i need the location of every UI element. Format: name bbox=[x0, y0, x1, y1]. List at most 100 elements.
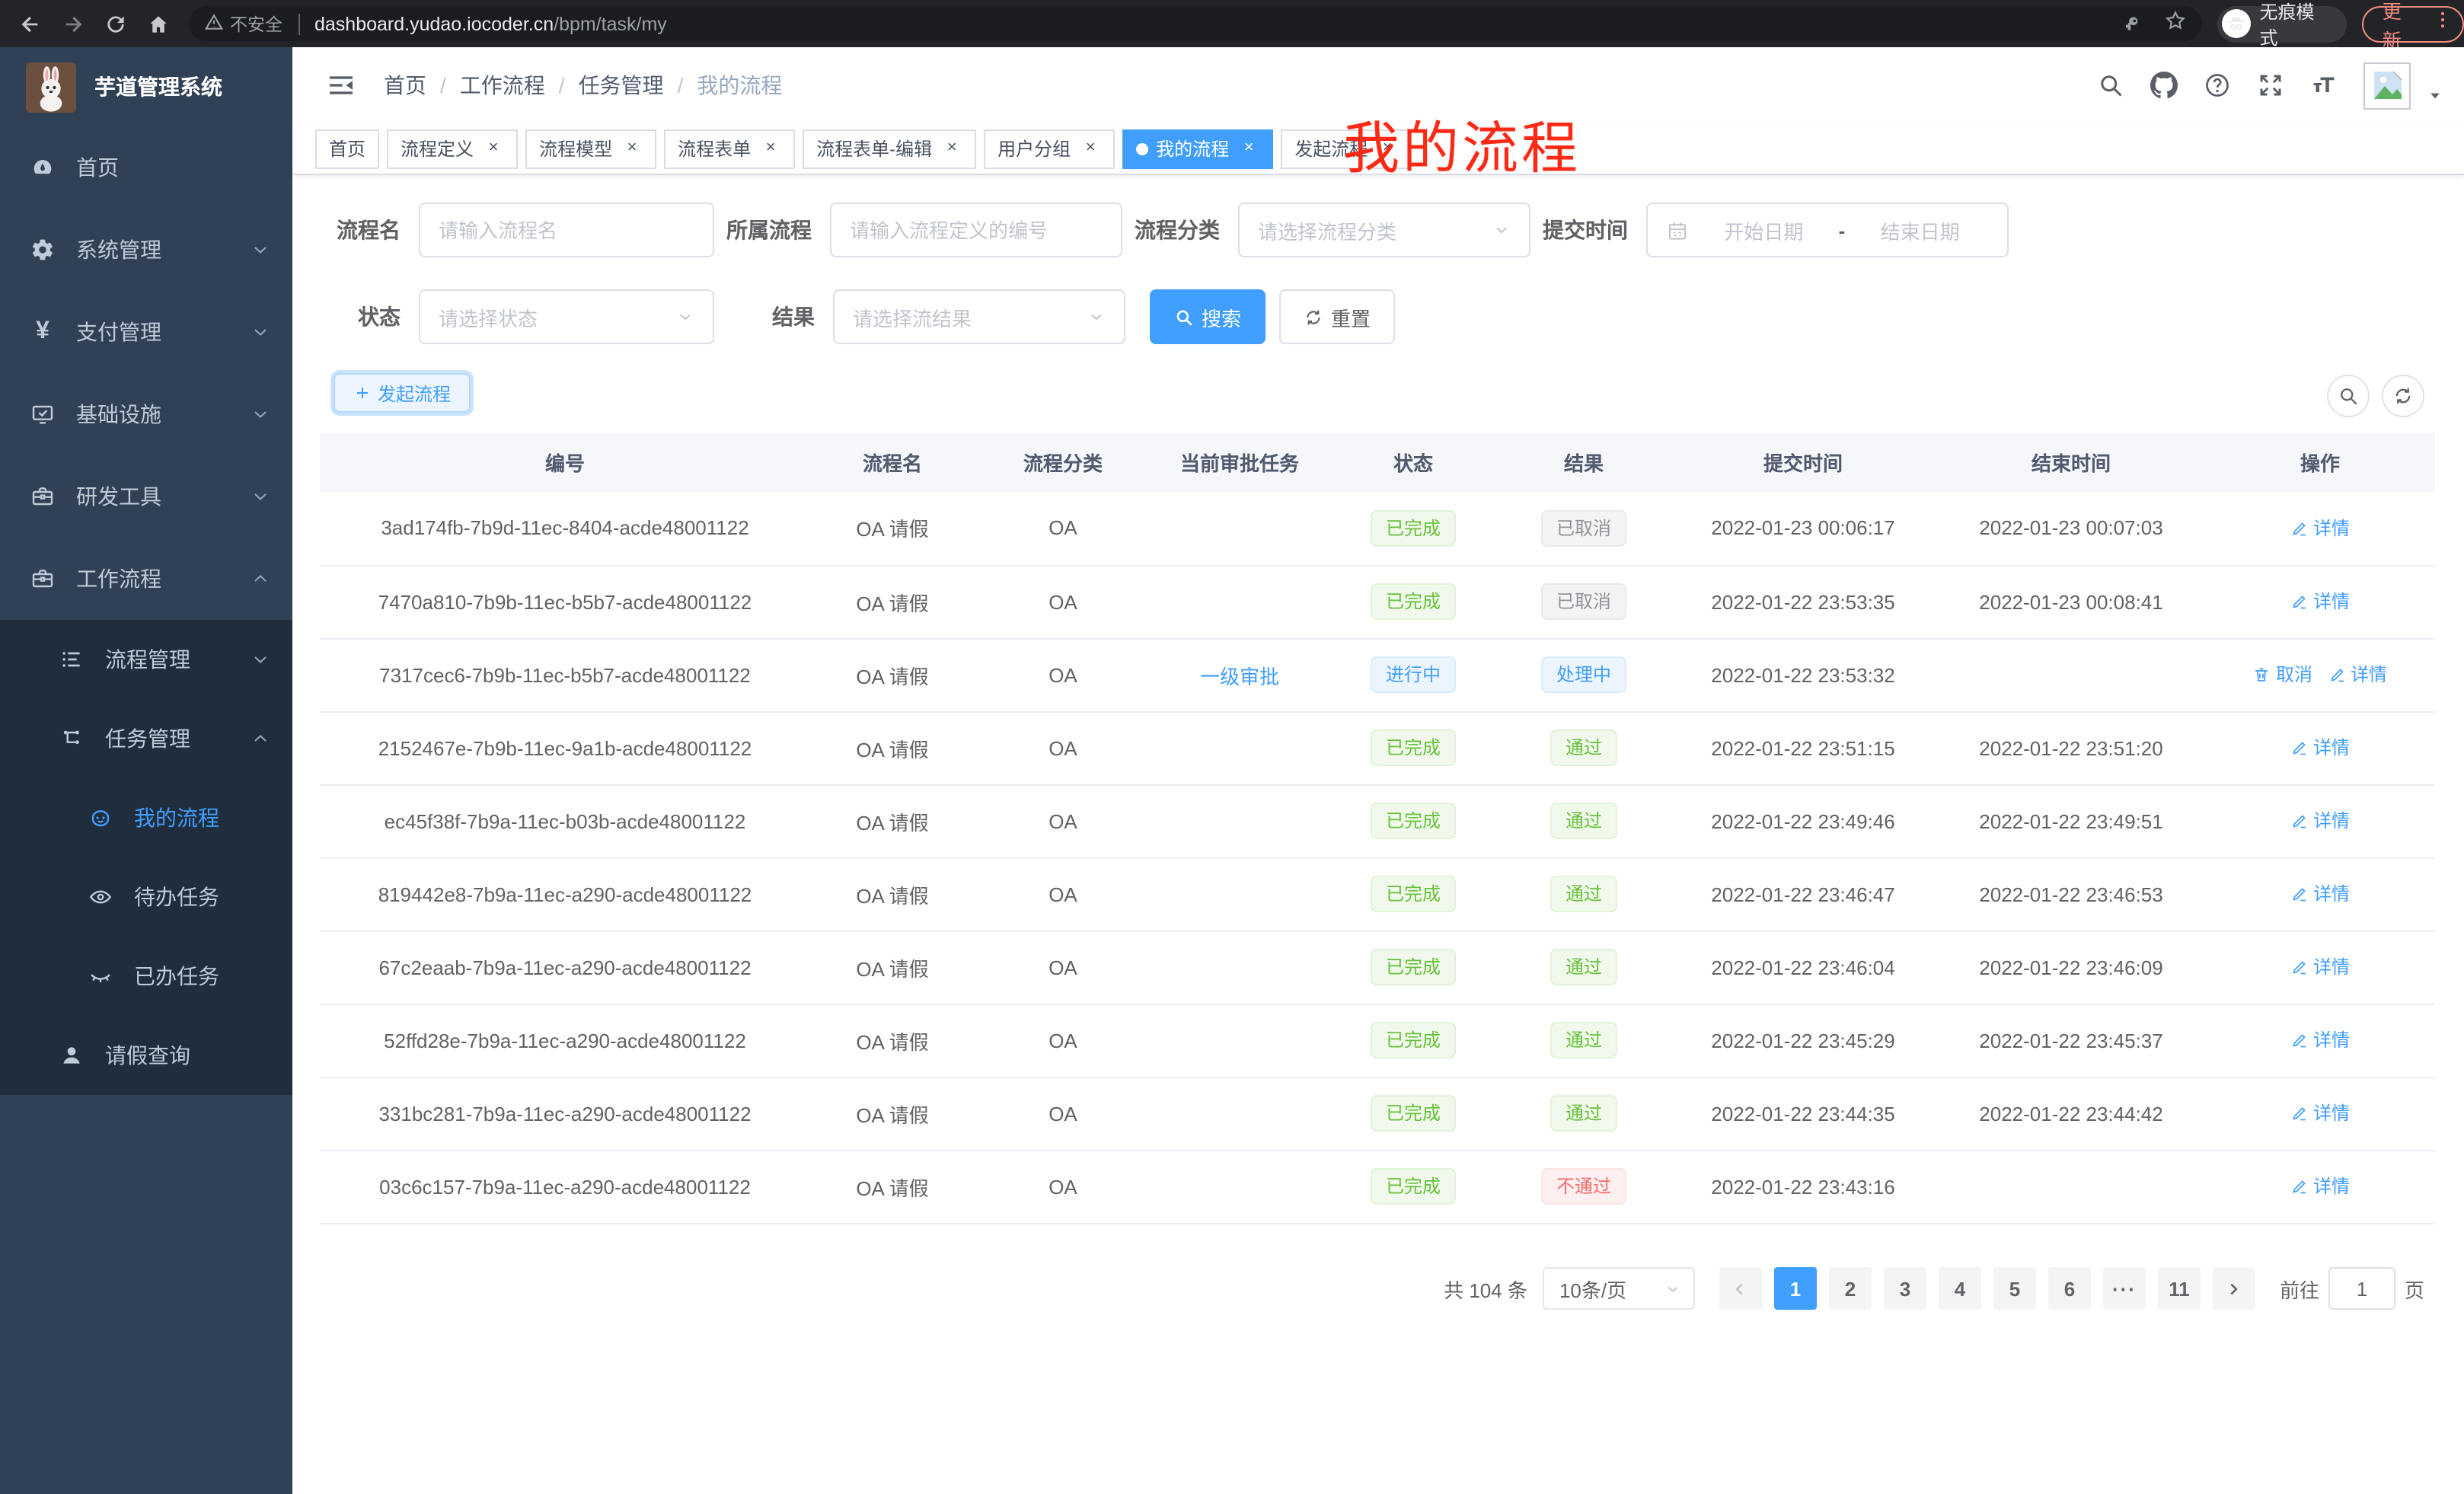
detail-link[interactable]: 详情 bbox=[2290, 589, 2350, 615]
help-icon[interactable] bbox=[2204, 72, 2231, 99]
sidebar-item-done-tasks[interactable]: 已办任务 bbox=[0, 937, 292, 1016]
breadcrumb-home[interactable]: 首页 bbox=[384, 70, 426, 101]
cell-current-task bbox=[1151, 1004, 1328, 1077]
sidebar-item-leave-query[interactable]: 请假查询 bbox=[0, 1016, 292, 1095]
bookmark-star-icon[interactable] bbox=[2164, 8, 2187, 39]
close-icon[interactable]: × bbox=[1238, 138, 1259, 159]
result-badge: 通过 bbox=[1550, 803, 1617, 839]
avatar[interactable] bbox=[2363, 62, 2411, 109]
cancel-link[interactable]: 取消 bbox=[2253, 662, 2312, 688]
close-icon[interactable]: × bbox=[621, 138, 643, 159]
sidebar-item-home[interactable]: 首页 bbox=[0, 126, 292, 209]
browser-home-icon[interactable] bbox=[137, 2, 180, 45]
browser-update-button[interactable]: 更新 bbox=[2363, 5, 2464, 42]
browser-forward-icon[interactable] bbox=[52, 2, 94, 45]
browser-back-icon[interactable] bbox=[9, 2, 52, 45]
security-warning[interactable]: 不安全 bbox=[204, 11, 282, 36]
sidebar-item-payment-mgmt[interactable]: ¥支付管理 bbox=[0, 291, 292, 373]
close-icon[interactable]: × bbox=[483, 138, 504, 159]
page-size-select[interactable]: 10条/页 bbox=[1543, 1267, 1695, 1310]
goto-page-input[interactable] bbox=[2328, 1267, 2395, 1310]
sidebar-item-workflow[interactable]: 工作流程 bbox=[0, 538, 292, 620]
page-button-4[interactable]: 4 bbox=[1939, 1267, 1981, 1310]
detail-link[interactable]: 详情 bbox=[2290, 808, 2350, 834]
url-text[interactable]: dashboard.yudao.iocoder.cn/bpm/task/my bbox=[314, 13, 667, 34]
cell-category: OA bbox=[975, 492, 1151, 565]
pager-more[interactable]: ··· bbox=[2103, 1267, 2146, 1310]
page-button-3[interactable]: 3 bbox=[1884, 1267, 1926, 1310]
app-logo[interactable]: 芋道管理系统 bbox=[0, 47, 292, 126]
filter-result-label: 结果 bbox=[726, 302, 833, 332]
address-bar[interactable]: 不安全 dashboard.yudao.iocoder.cn/bpm/task/… bbox=[189, 6, 2202, 41]
detail-link[interactable]: 详情 bbox=[2290, 735, 2350, 761]
refresh-table-button[interactable] bbox=[2382, 375, 2424, 417]
search-icon[interactable] bbox=[2097, 72, 2124, 99]
sidebar-item-system-mgmt[interactable]: 系统管理 bbox=[0, 209, 292, 291]
cell-end-time: 2022-01-22 23:49:51 bbox=[1937, 784, 2205, 857]
sidebar-item-todo-tasks[interactable]: 待办任务 bbox=[0, 857, 292, 937]
sidebar-item-task-mgmt[interactable]: 任务管理 bbox=[0, 699, 292, 778]
browser-toolbar: 不安全 dashboard.yudao.iocoder.cn/bpm/task/… bbox=[0, 0, 2464, 47]
tab-process-form-edit[interactable]: 流程表单-编辑 × bbox=[803, 129, 976, 168]
date-range-picker[interactable]: 开始日期 - 结束日期 bbox=[1646, 203, 2009, 257]
tab-my-process[interactable]: 我的流程× bbox=[1122, 129, 1273, 168]
font-size-icon[interactable] bbox=[2310, 72, 2338, 99]
cell-result: 通过 bbox=[1499, 711, 1669, 784]
sidebar-item-my-process[interactable]: 我的流程 bbox=[0, 778, 292, 857]
tab-label: 流程表单-编辑 bbox=[816, 136, 932, 161]
cell-id: 3ad174fb-7b9d-11ec-8404-acde48001122 bbox=[320, 492, 810, 565]
close-icon[interactable]: × bbox=[760, 138, 781, 159]
close-icon[interactable]: × bbox=[941, 138, 962, 159]
detail-link[interactable]: 详情 bbox=[2290, 515, 2350, 541]
column-header: 编号 bbox=[320, 433, 810, 492]
start-date-placeholder[interactable]: 开始日期 bbox=[1695, 215, 1833, 244]
detail-link[interactable]: 详情 bbox=[2328, 662, 2387, 688]
detail-link[interactable]: 详情 bbox=[2290, 1173, 2350, 1199]
edit-icon bbox=[2290, 739, 2309, 757]
tab-process-form[interactable]: 流程表单× bbox=[664, 129, 795, 168]
detail-link[interactable]: 详情 bbox=[2290, 954, 2350, 980]
close-icon[interactable]: × bbox=[1080, 138, 1101, 159]
page-button-6[interactable]: 6 bbox=[2048, 1267, 2091, 1310]
search-button[interactable]: 搜索 bbox=[1150, 289, 1266, 344]
sidebar-item-dev-tools[interactable]: 研发工具 bbox=[0, 455, 292, 538]
fullscreen-icon[interactable] bbox=[2257, 72, 2284, 99]
sidebar-item-label: 基础设施 bbox=[76, 399, 161, 429]
browser-reload-icon[interactable] bbox=[94, 2, 137, 45]
task-link[interactable]: 一级审批 bbox=[1200, 665, 1279, 688]
process-definition-input[interactable] bbox=[850, 219, 1103, 241]
page-button-5[interactable]: 5 bbox=[1993, 1267, 2036, 1310]
tab-home[interactable]: 首页 bbox=[315, 129, 379, 168]
end-date-placeholder[interactable]: 结束日期 bbox=[1851, 215, 1989, 244]
detail-link[interactable]: 详情 bbox=[2290, 1027, 2350, 1053]
create-process-button[interactable]: 发起流程 bbox=[334, 373, 471, 413]
result-badge: 通过 bbox=[1550, 876, 1617, 912]
detail-link[interactable]: 详情 bbox=[2290, 1100, 2350, 1126]
toggle-search-button[interactable] bbox=[2327, 375, 2370, 417]
sidebar-collapse-icon[interactable] bbox=[326, 70, 356, 101]
github-icon[interactable] bbox=[2150, 72, 2178, 99]
sidebar-item-infrastructure[interactable]: 基础设施 bbox=[0, 373, 292, 455]
user-icon bbox=[59, 1043, 84, 1068]
password-key-icon[interactable] bbox=[2120, 8, 2143, 39]
breadcrumb-workflow[interactable]: 工作流程 bbox=[460, 70, 545, 101]
reset-button[interactable]: 重置 bbox=[1279, 289, 1395, 344]
breadcrumb-task-mgmt[interactable]: 任务管理 bbox=[579, 70, 664, 101]
next-page-button[interactable] bbox=[2213, 1267, 2255, 1310]
page-button-2[interactable]: 2 bbox=[1829, 1267, 1872, 1310]
category-select[interactable]: 请选择流程分类 bbox=[1238, 203, 1530, 257]
status-select[interactable]: 请选择状态 bbox=[419, 289, 714, 344]
detail-link[interactable]: 详情 bbox=[2290, 881, 2350, 907]
cell-process-name: OA 请假 bbox=[810, 857, 975, 931]
process-name-input[interactable] bbox=[439, 219, 694, 241]
tab-process-model[interactable]: 流程模型× bbox=[525, 129, 656, 168]
tab-process-definition[interactable]: 流程定义× bbox=[387, 129, 518, 168]
page-button-1[interactable]: 1 bbox=[1774, 1267, 1817, 1310]
tab-user-group[interactable]: 用户分组× bbox=[984, 129, 1115, 168]
page-button-11[interactable]: 11 bbox=[2158, 1267, 2201, 1310]
avatar-dropdown-caret-icon[interactable] bbox=[2427, 88, 2443, 104]
result-select[interactable]: 请选择流结果 bbox=[833, 289, 1125, 344]
prev-page-button[interactable] bbox=[1719, 1267, 1762, 1310]
sidebar-item-process-mgmt[interactable]: 流程管理 bbox=[0, 620, 292, 699]
kebab-menu-icon[interactable] bbox=[2432, 9, 2453, 38]
